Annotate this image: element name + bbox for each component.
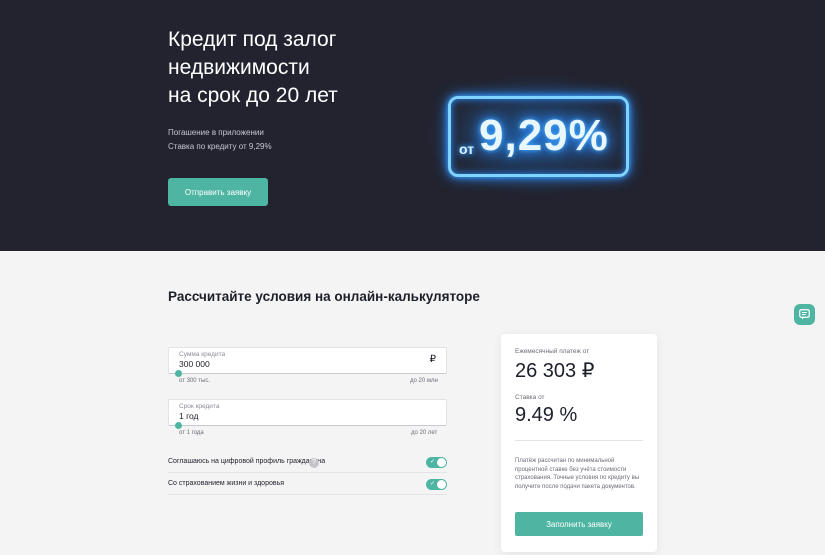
toggle-knob	[437, 458, 446, 467]
result-disclaimer: Платёж рассчитан по минимальной процентн…	[515, 458, 640, 490]
hero-title: Кредит под залог недвижимости на срок до…	[168, 26, 428, 110]
fill-application-button[interactable]: Заполнить заявку	[515, 512, 643, 536]
loan-amount-slider-track[interactable]	[169, 373, 446, 374]
hero-title-line: на срок до 20 лет	[168, 84, 338, 107]
monthly-payment-label: Ежемесячный платеж от	[515, 348, 590, 355]
loan-term-max: до 20 лет	[411, 430, 438, 436]
result-card: Ежемесячный платеж от 26 303 ₽ Ставка от…	[501, 334, 657, 552]
toggle-row-digital-profile: Соглашаюсь на цифровой профиль гражданин…	[168, 453, 447, 473]
loan-term-min: от 1 года	[179, 430, 204, 436]
loan-amount-value[interactable]: 300 000	[179, 359, 210, 369]
promo-rate-value: 9,29%	[479, 111, 609, 160]
submit-application-button[interactable]: Отправить заявку	[168, 178, 268, 206]
loan-amount-label: Сумма кредита	[179, 351, 226, 358]
loan-term-slider-track[interactable]	[169, 425, 446, 426]
hero-banner: Кредит под залог недвижимости на срок до…	[0, 0, 825, 251]
loan-amount-slider-handle[interactable]	[175, 370, 182, 377]
hero-title-line: недвижимости	[168, 56, 310, 79]
monthly-payment-value: 26 303 ₽	[515, 360, 595, 382]
loan-amount-field[interactable]: Сумма кредита 300 000 ₽	[168, 347, 447, 377]
hero-subtitle-line: Погашение в приложении	[168, 128, 264, 137]
digital-profile-label: Соглашаюсь на цифровой профиль гражданин…	[168, 458, 326, 465]
toggle-row-insurance: Со страхованием жизни и здоровья ✓	[168, 475, 447, 495]
check-icon: ✓	[430, 459, 436, 465]
neon-frame: от 9,29%	[448, 96, 629, 177]
loan-term-slider-handle[interactable]	[175, 422, 182, 429]
help-icon[interactable]: ?	[309, 458, 319, 468]
promo-rate-sign: от 9,29%	[418, 60, 658, 210]
hero-subtitle: Погашение в приложении Ставка по кредиту…	[168, 126, 272, 154]
check-icon: ✓	[430, 481, 436, 487]
loan-term-label: Срок кредита	[179, 403, 220, 410]
loan-term-value[interactable]: 1 год	[179, 411, 199, 421]
digital-profile-toggle[interactable]: ✓	[426, 457, 447, 468]
promo-from-label: от	[459, 141, 475, 157]
chat-icon	[799, 309, 810, 320]
hero-title-line: Кредит под залог	[168, 28, 337, 51]
result-divider	[515, 440, 643, 441]
insurance-label: Со страхованием жизни и здоровья	[168, 480, 285, 487]
rate-label: Ставка от	[515, 394, 545, 401]
chat-button[interactable]	[794, 304, 815, 325]
toggle-knob	[437, 480, 446, 489]
calculator-title: Рассчитайте условия на онлайн-калькулято…	[168, 289, 480, 304]
loan-term-field[interactable]: Срок кредита 1 год	[168, 399, 447, 429]
loan-amount-min: от 300 тыс.	[179, 378, 211, 384]
rate-value: 9.49 %	[515, 404, 578, 426]
ruble-icon: ₽	[429, 354, 436, 365]
hero-subtitle-line: Ставка по кредиту от 9,29%	[168, 142, 272, 151]
insurance-toggle[interactable]: ✓	[426, 479, 447, 490]
loan-amount-max: до 20 млн	[410, 378, 438, 384]
